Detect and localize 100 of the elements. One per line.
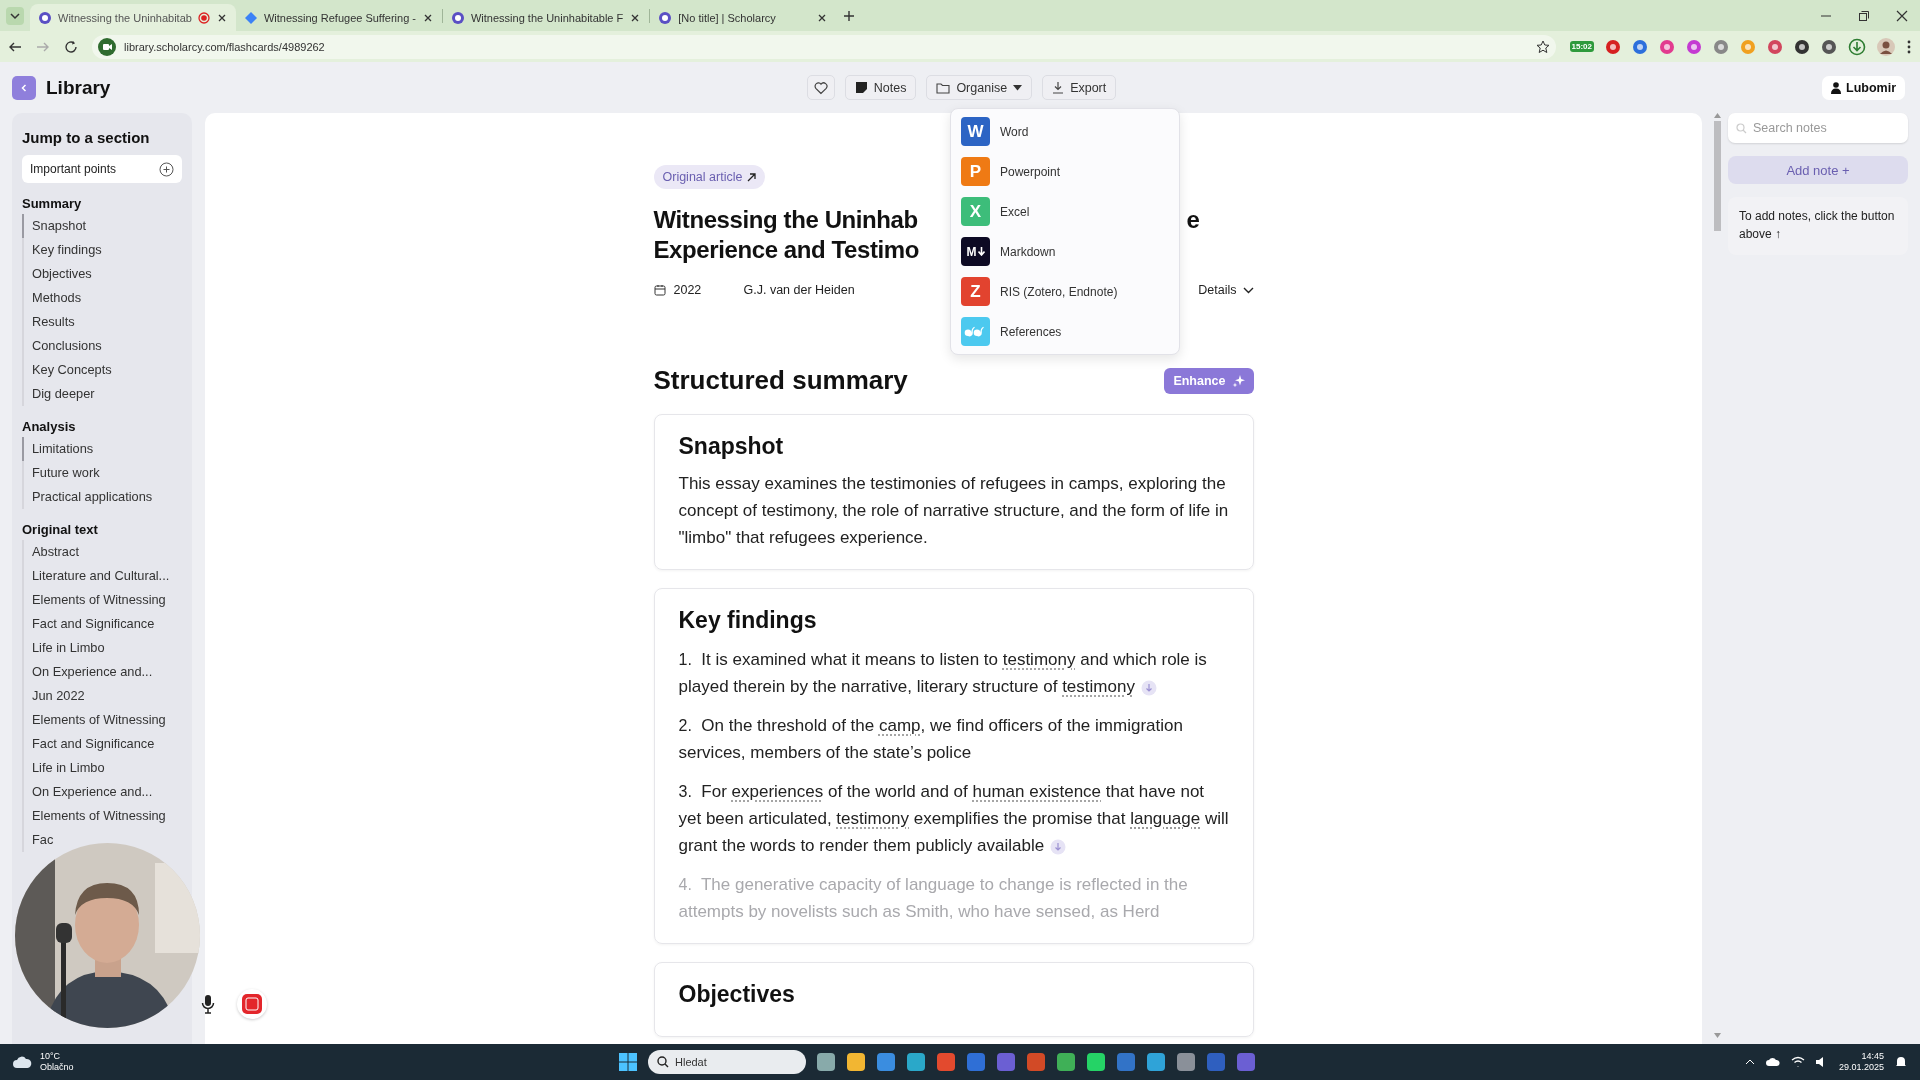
key-finding: 2. On the threshold of the camp, we find officers of the immigration services, members of the state’s police bbox=[678, 715, 1184, 764]
menu-icon[interactable] bbox=[1906, 38, 1912, 55]
app-icon[interactable] bbox=[1086, 1052, 1106, 1072]
cloud-icon[interactable] bbox=[1764, 1057, 1781, 1067]
add-note-button[interactable]: Add note + bbox=[1728, 156, 1908, 184]
favorite-button[interactable] bbox=[806, 75, 835, 100]
star-icon[interactable] bbox=[1535, 39, 1550, 54]
notification-icon[interactable] bbox=[1894, 1055, 1908, 1069]
menu-item[interactable]: W Word bbox=[961, 117, 1169, 146]
menu-item[interactable]: References bbox=[961, 317, 1169, 346]
plus-icon[interactable] bbox=[843, 9, 856, 22]
extension-icon[interactable] bbox=[1794, 38, 1810, 55]
section-link[interactable]: Results bbox=[22, 310, 182, 334]
arrow-up-right-icon bbox=[747, 172, 757, 182]
app-icon[interactable] bbox=[816, 1052, 836, 1072]
add-circle-icon bbox=[159, 161, 174, 177]
section-link[interactable]: Future work bbox=[22, 461, 182, 485]
author-name: G.J. van der Heiden bbox=[743, 283, 855, 297]
user-button[interactable]: Lubomir bbox=[1822, 75, 1905, 100]
address-bar[interactable]: library.scholarcy.com/flashcards/4989262 bbox=[92, 34, 1556, 59]
browser-tab[interactable]: Witnessing Refugee Suffering - bbox=[235, 4, 442, 31]
article-title: Experience and Testimo bbox=[653, 236, 919, 263]
back-button[interactable] bbox=[12, 75, 36, 100]
tab-list-icon[interactable] bbox=[6, 6, 24, 25]
section-link[interactable]: Abstract bbox=[22, 540, 182, 564]
browser-tab[interactable]: Witnessing the Uninhabitab bbox=[30, 4, 236, 31]
section-link[interactable]: Key Concepts bbox=[22, 358, 182, 382]
section-link[interactable]: Limitations bbox=[22, 437, 182, 461]
microphone-icon[interactable] bbox=[201, 994, 215, 1014]
section-link[interactable]: Life in Limbo bbox=[22, 636, 182, 660]
section-link[interactable]: Objectives bbox=[22, 262, 182, 286]
notes-button[interactable]: Notes bbox=[844, 75, 917, 100]
section-link[interactable]: Practical applications bbox=[22, 485, 182, 509]
chevron-up-icon[interactable] bbox=[1744, 1059, 1755, 1065]
section-link[interactable]: Dig deeper bbox=[22, 382, 182, 406]
organise-button[interactable]: Organise bbox=[926, 75, 1033, 100]
important-points-button[interactable]: Important points bbox=[22, 155, 182, 183]
site-info-icon[interactable] bbox=[98, 37, 116, 56]
extension-badge[interactable]: 15:02 bbox=[1569, 41, 1594, 52]
caret-icon bbox=[1013, 84, 1023, 91]
section-link[interactable]: Life in Limbo bbox=[22, 756, 182, 780]
taskbar-search-field[interactable]: Hledat bbox=[648, 1050, 806, 1074]
format-badge: W bbox=[961, 117, 990, 146]
app-icon[interactable] bbox=[936, 1052, 956, 1072]
clock-date: 29.01.2025 bbox=[1838, 1062, 1884, 1073]
browser-tab[interactable]: [No title] | Scholarcy bbox=[650, 4, 837, 31]
menu-item[interactable]: P Powerpoint bbox=[961, 157, 1169, 186]
reload-icon[interactable] bbox=[64, 39, 78, 54]
section-heading: Analysis bbox=[22, 419, 77, 434]
app-icon[interactable] bbox=[846, 1052, 866, 1072]
section-heading: Original text bbox=[22, 522, 99, 537]
details-button[interactable]: Details bbox=[1198, 283, 1254, 297]
sparkle-icon bbox=[1231, 374, 1245, 387]
section-link[interactable]: Snapshot bbox=[22, 214, 182, 238]
restore-icon[interactable] bbox=[1858, 9, 1870, 22]
enhance-button[interactable]: Enhance bbox=[1164, 367, 1254, 394]
export-button[interactable]: Export bbox=[1042, 75, 1117, 100]
section-heading: Summary bbox=[22, 196, 83, 211]
browser-tab[interactable]: Witnessing the Uninhabitable F bbox=[442, 4, 650, 31]
calendar-icon bbox=[653, 284, 666, 296]
diamond-icon bbox=[243, 10, 258, 25]
app-icon[interactable] bbox=[906, 1052, 926, 1072]
snapshot-text: This essay examines the testimonies of refugees in camps, exploring the concept of testimony, the role of narrative structure, and the form of life in "limbo" that refugees experience. bbox=[678, 473, 1229, 549]
profile-icon[interactable] bbox=[1877, 37, 1895, 56]
section-heading: Structured summary bbox=[653, 365, 908, 396]
app-icon[interactable] bbox=[1026, 1052, 1046, 1072]
original-article-link[interactable]: Original article bbox=[653, 165, 766, 189]
scrollbar-thumb[interactable] bbox=[1713, 121, 1721, 231]
section-link[interactable]: Jun 2022 bbox=[22, 684, 182, 708]
site-icon bbox=[450, 10, 465, 25]
app-icon[interactable] bbox=[1146, 1052, 1166, 1072]
search-field[interactable]: Search notes bbox=[1728, 113, 1908, 143]
section-link[interactable]: On Experience and... bbox=[22, 780, 182, 804]
extension-icon[interactable] bbox=[1821, 38, 1837, 55]
close-icon[interactable] bbox=[1896, 9, 1908, 22]
menu-item[interactable]: M Markdown bbox=[961, 237, 1169, 266]
section-link[interactable]: Literature and Cultural... bbox=[22, 564, 182, 588]
section-link[interactable]: On Experience and... bbox=[22, 660, 182, 684]
download-icon bbox=[1052, 81, 1065, 94]
section-link[interactable]: Elements of Witnessing bbox=[22, 588, 182, 612]
app-icon[interactable] bbox=[876, 1052, 896, 1072]
wifi-icon[interactable] bbox=[1790, 1056, 1805, 1068]
section-link[interactable]: Methods bbox=[22, 286, 182, 310]
menu-item[interactable]: Z RIS (Zotero, Endnote) bbox=[961, 277, 1169, 306]
section-link[interactable]: Fact and Significance bbox=[22, 612, 182, 636]
app-icon[interactable] bbox=[1056, 1052, 1076, 1072]
menu-item[interactable]: X Excel bbox=[961, 197, 1169, 226]
section-link[interactable]: Elements of Witnessing bbox=[22, 708, 182, 732]
app-icon[interactable] bbox=[1176, 1052, 1196, 1072]
format-badge: X bbox=[961, 197, 990, 226]
section-link[interactable]: Key findings bbox=[22, 238, 182, 262]
section-link[interactable]: Fact and Significance bbox=[22, 732, 182, 756]
start-icon[interactable] bbox=[618, 1052, 638, 1072]
section-link[interactable]: Elements of Witnessing bbox=[22, 804, 182, 828]
download-icon[interactable] bbox=[1848, 37, 1866, 56]
section-link[interactable]: Conclusions bbox=[22, 334, 182, 358]
format-badge: Z bbox=[961, 277, 990, 306]
section-link[interactable]: Fac bbox=[22, 828, 182, 852]
sidebar-heading: Jump to a section bbox=[22, 129, 151, 146]
key-finding: 3. For experiences of the world and of human existence that have not yet been articulated, testimony exemplifies the promise that language will grant the words to render them publicly available bbox=[678, 781, 1229, 857]
